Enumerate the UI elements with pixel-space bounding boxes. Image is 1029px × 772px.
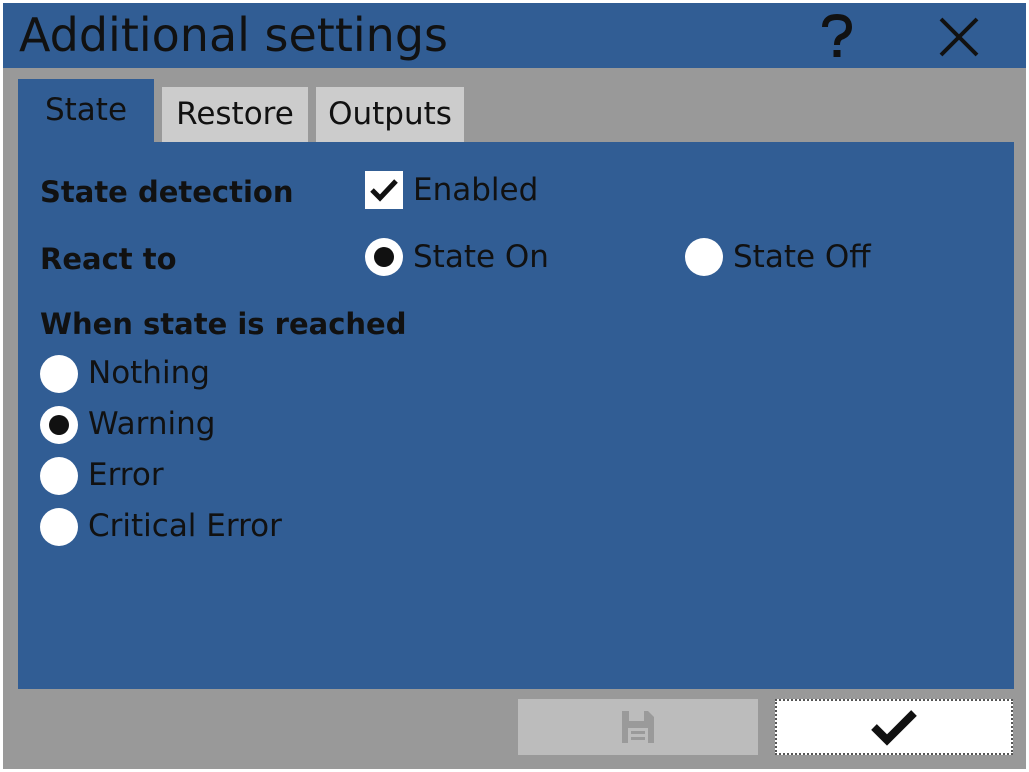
reaction-error-radio[interactable] [40, 457, 78, 495]
state-detection-label: State detection [40, 175, 294, 209]
reaction-nothing-label: Nothing [88, 355, 210, 391]
floppy-disk-icon [622, 711, 654, 743]
state-detection-checkbox[interactable] [365, 171, 403, 209]
reaction-error-label: Error [88, 457, 164, 493]
react-to-label: React to [40, 242, 177, 276]
reaction-warning-label: Warning [88, 406, 216, 442]
dialog-title: Additional settings [19, 8, 448, 62]
title-bar: Additional settings [3, 3, 1026, 68]
tab-state[interactable]: State [18, 79, 154, 143]
reaction-nothing-radio[interactable] [40, 355, 78, 393]
react-to-state-off-radio[interactable] [685, 238, 723, 276]
settings-dialog: Additional settings State Restore Output… [3, 3, 1026, 769]
checkmark-icon [370, 179, 398, 202]
state-detection-checkbox-label: Enabled [413, 172, 539, 208]
close-x-icon [939, 17, 979, 57]
reaction-warning-radio[interactable] [40, 406, 78, 444]
save-button[interactable] [518, 699, 758, 755]
tab-restore[interactable]: Restore [162, 87, 308, 142]
state-tab-panel: State detection Enabled React to State O… [18, 142, 1014, 689]
react-to-state-on-label: State On [413, 239, 549, 275]
when-state-reached-label: When state is reached [40, 307, 407, 341]
question-mark-icon [822, 14, 853, 57]
close-button[interactable] [931, 9, 987, 65]
tab-outputs[interactable]: Outputs [316, 87, 464, 142]
ok-button[interactable] [775, 699, 1013, 755]
react-to-state-off-label: State Off [733, 239, 871, 275]
reaction-critical-error-label: Critical Error [88, 508, 282, 544]
react-to-state-on-radio[interactable] [365, 238, 403, 276]
checkmark-icon [871, 710, 917, 746]
help-button[interactable] [809, 9, 865, 65]
reaction-critical-error-radio[interactable] [40, 508, 78, 546]
